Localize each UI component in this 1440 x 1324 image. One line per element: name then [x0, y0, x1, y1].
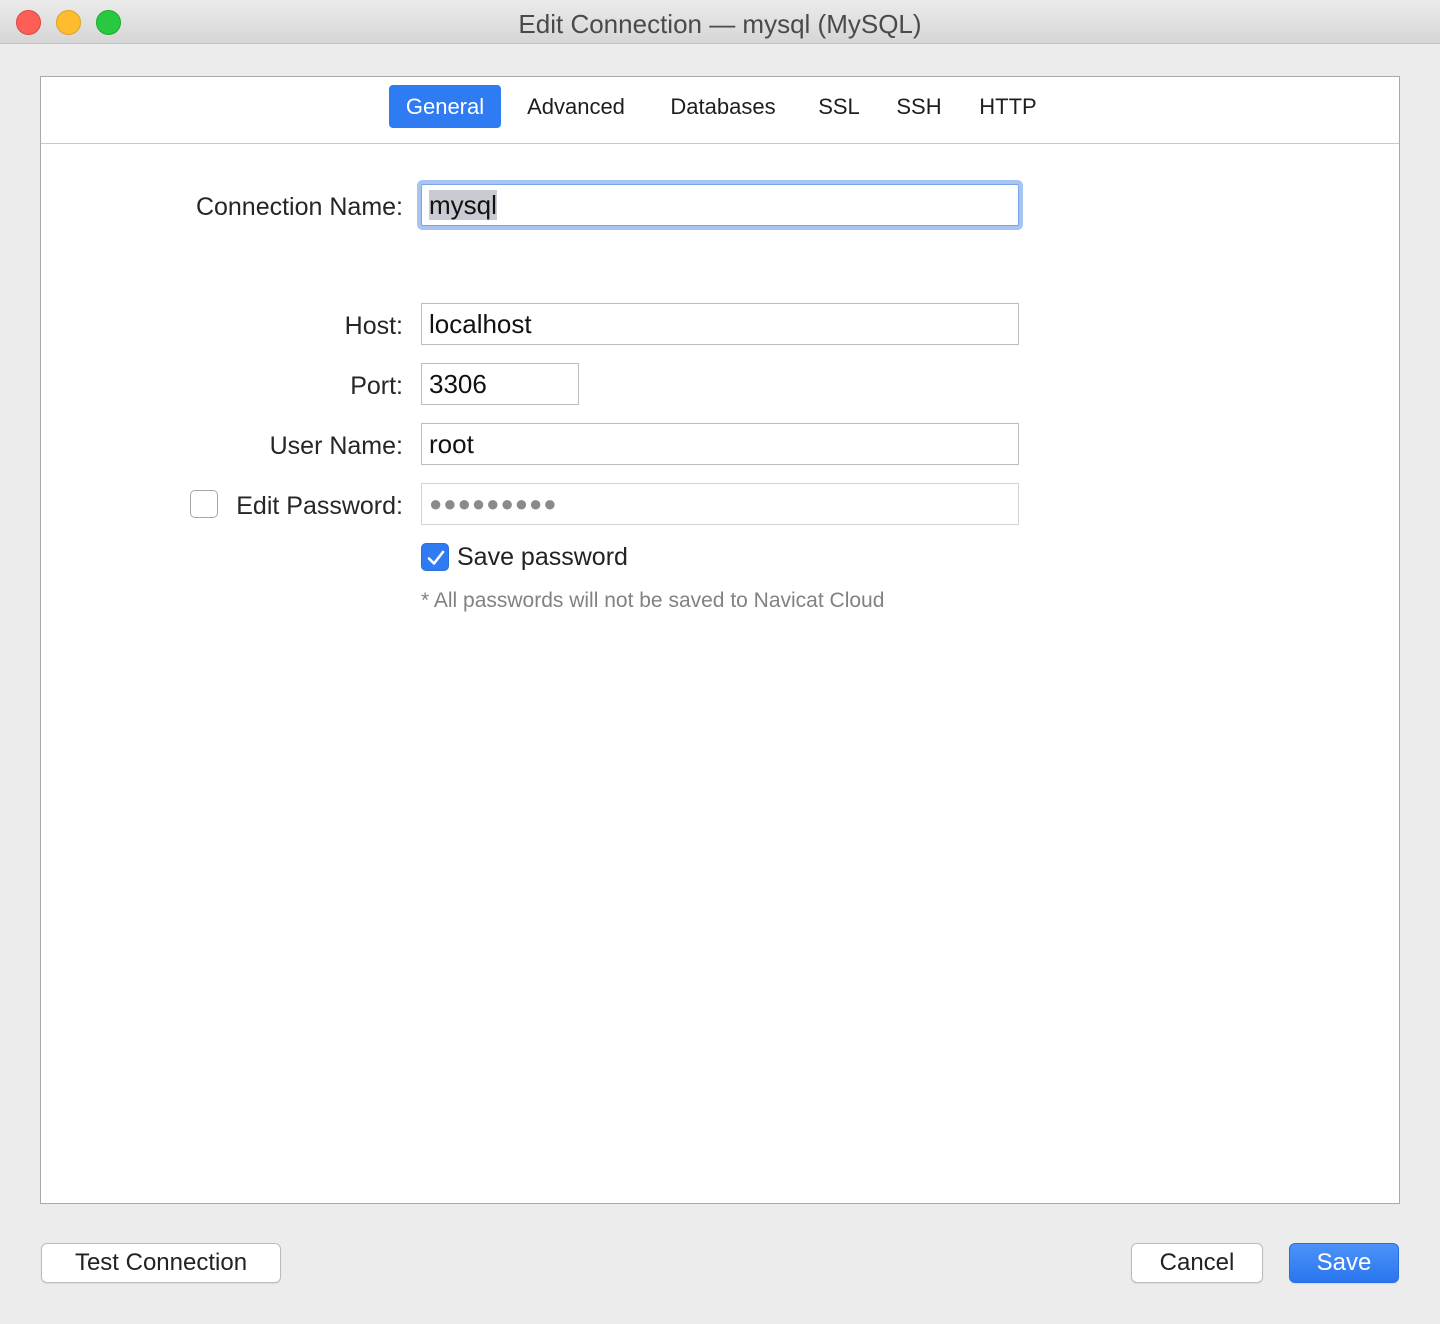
navicat-cloud-note: * All passwords will not be saved to Nav… [421, 589, 885, 612]
connection-name-label: Connection Name: [195, 193, 403, 221]
save-password-label: Save password [457, 543, 628, 571]
tab-databases[interactable]: Databases [657, 85, 789, 128]
test-connection-button[interactable]: Test Connection [41, 1243, 281, 1283]
user-name-input[interactable]: root [421, 423, 1019, 465]
tab-advanced[interactable]: Advanced [511, 85, 641, 128]
cancel-button[interactable]: Cancel [1131, 1243, 1263, 1283]
save-password-checkbox[interactable] [421, 543, 449, 571]
window-title: Edit Connection — mysql (MySQL) [518, 9, 922, 39]
user-name-label: User Name: [269, 432, 403, 460]
port-label: Port: [350, 372, 403, 400]
edit-password-label: Edit Password: [236, 492, 403, 520]
tab-ssh[interactable]: SSH [887, 85, 951, 128]
tab-bar: General Advanced Databases SSL SSH HTTP [41, 77, 1399, 144]
tab-ssl[interactable]: SSL [807, 85, 871, 128]
host-label: Host: [344, 312, 403, 340]
checkmark-icon [427, 550, 445, 565]
tab-http[interactable]: HTTP [967, 85, 1049, 128]
connection-name-input[interactable]: mysql [421, 184, 1019, 226]
title-bar: Edit Connection — mysql (MySQL) [0, 0, 1440, 44]
save-button[interactable]: Save [1289, 1243, 1399, 1283]
connection-settings-panel: General Advanced Databases SSL SSH HTTP … [40, 76, 1400, 1204]
tab-general[interactable]: General [389, 85, 501, 128]
port-input[interactable]: 3306 [421, 363, 579, 405]
password-input[interactable]: ●●●●●●●●● [421, 483, 1019, 525]
host-input[interactable]: localhost [421, 303, 1019, 345]
connection-name-value: mysql [429, 190, 497, 220]
